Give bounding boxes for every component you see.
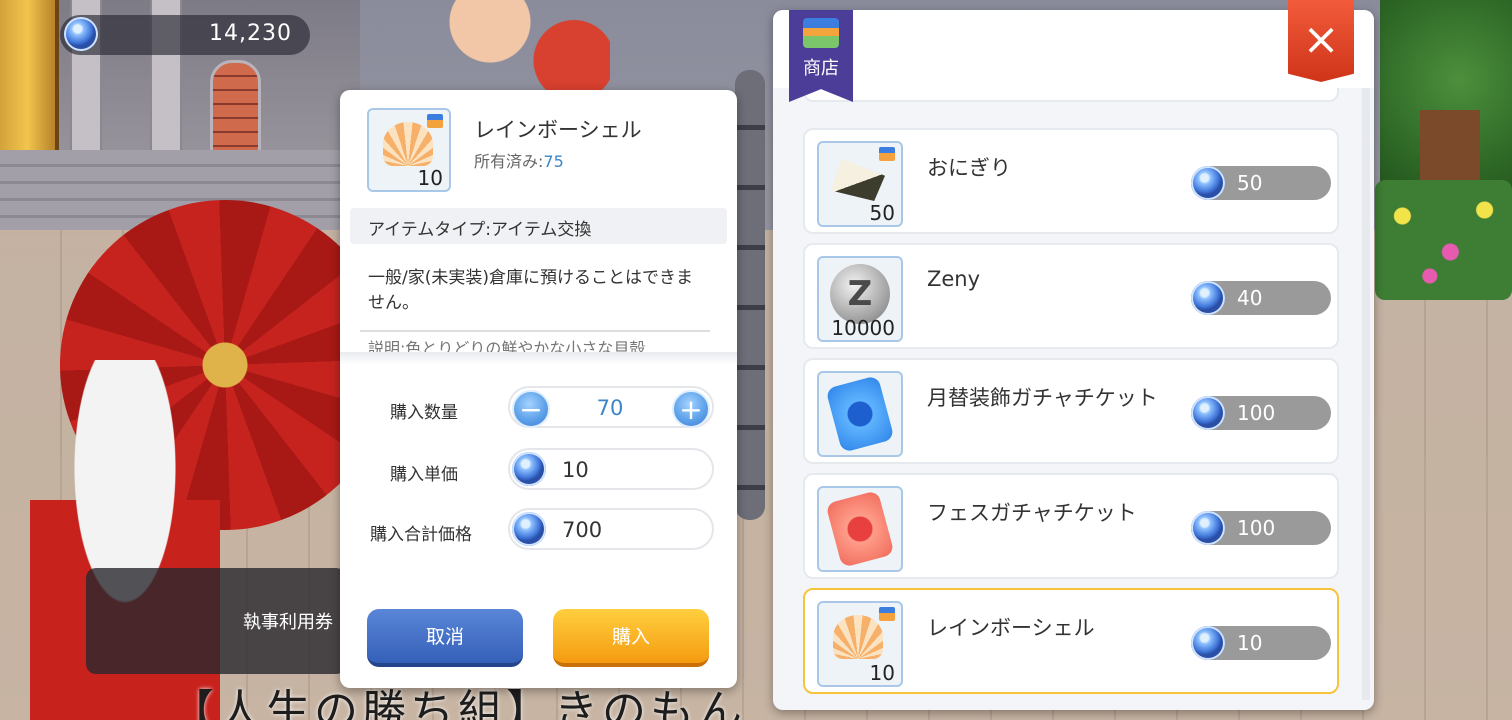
currency-amount: 14,230 xyxy=(209,21,292,46)
quantity-value[interactable]: 70 xyxy=(570,396,650,420)
side-avatar-strip[interactable] xyxy=(735,70,765,520)
notification-toast: 執事利用券 xyxy=(86,568,346,674)
total-price-value: 700 xyxy=(562,518,603,542)
scrollbar[interactable] xyxy=(1362,88,1370,700)
item-thumbnail: Z 10000 xyxy=(817,256,903,342)
close-button[interactable]: × xyxy=(1288,0,1354,82)
rainbow-shell-icon xyxy=(833,615,883,659)
purchase-dialog: 10 レインボーシェル 所有済み:75 アイテムタイプ:アイテム交換 一般/家(… xyxy=(340,90,737,688)
shop-item-row-selected[interactable]: 10 レインボーシェル 10 xyxy=(803,588,1339,694)
item-name: レインボーシェル xyxy=(474,118,642,142)
buy-button[interactable]: 購入 xyxy=(553,609,709,667)
cancel-button[interactable]: 取消 xyxy=(367,609,523,667)
shop-item-row[interactable]: Z 10000 Zeny 40 xyxy=(803,243,1339,349)
total-price-label: 購入合計価格 xyxy=(370,525,472,545)
price-tag: 10 xyxy=(1191,626,1331,660)
owned-count: 所有済み:75 xyxy=(474,148,564,172)
red-gacha-ticket-icon xyxy=(825,490,895,568)
shop-item-partial[interactable]: 10 xyxy=(803,88,1339,102)
item-thumbnail: 10 xyxy=(367,108,451,192)
item-stack-count: 50 xyxy=(869,201,895,225)
shop-item-row[interactable]: フェスガチャチケット 100 xyxy=(803,473,1339,579)
golden-door xyxy=(0,0,59,150)
price-tag: 100 xyxy=(1191,511,1331,545)
price-value: 100 xyxy=(1237,516,1276,540)
item-thumbnail xyxy=(817,486,903,572)
price-value: 50 xyxy=(1237,171,1263,195)
item-stack-count: 10 xyxy=(891,88,916,90)
price-value: 40 xyxy=(1237,286,1263,310)
blue-gacha-ticket-icon xyxy=(825,375,895,453)
item-name: 月替装飾ガチャチケット xyxy=(927,386,1158,410)
shop-title: 商店 xyxy=(803,58,839,79)
item-thumbnail: 10 xyxy=(817,601,903,687)
unit-price-value: 10 xyxy=(562,458,589,482)
price-value: 10 xyxy=(1237,631,1263,655)
unit-price-field: 10 xyxy=(508,448,714,490)
rainbow-shell-icon xyxy=(383,122,433,166)
blue-gem-icon xyxy=(64,17,98,51)
item-thumbnail xyxy=(817,371,903,457)
shop-panel: 10 50 おにぎり 50 Z 10000 Zeny 40 xyxy=(773,10,1374,710)
blue-gem-icon xyxy=(1191,511,1225,545)
item-stack-count: 10 xyxy=(869,661,895,685)
price-tag: 100 xyxy=(1191,396,1331,430)
unit-price-label: 購入単価 xyxy=(390,465,458,485)
shop-item-list[interactable]: 10 50 おにぎり 50 Z 10000 Zeny 40 xyxy=(773,88,1374,710)
shop-badge-icon xyxy=(879,607,895,621)
item-description-more[interactable]: 説明:色とりどりの鮮やかな小さな貝殻 xyxy=(368,340,708,352)
blue-gem-icon xyxy=(1191,281,1225,315)
shop-stall-icon xyxy=(803,18,839,48)
flower-bed xyxy=(1375,180,1512,300)
currency-counter: 14,230 xyxy=(60,15,310,55)
notification-text: 執事利用券 xyxy=(243,612,333,633)
item-type-bar: アイテムタイプ:アイテム交換 xyxy=(350,208,727,244)
item-type-text: アイテムタイプ:アイテム交換 xyxy=(368,220,592,240)
owned-value: 75 xyxy=(543,152,564,171)
item-name: フェスガチャチケット xyxy=(927,501,1137,525)
quantity-stepper[interactable]: − 70 + xyxy=(508,386,714,428)
blue-gem-icon xyxy=(512,512,546,546)
shop-badge-icon xyxy=(427,114,443,128)
increase-quantity-button[interactable]: + xyxy=(672,390,710,428)
total-price-field: 700 xyxy=(508,508,714,550)
decrease-quantity-button[interactable]: − xyxy=(512,390,550,428)
blue-gem-icon xyxy=(512,452,546,486)
owned-label: 所有済み: xyxy=(474,152,544,171)
item-description: 一般/家(未実装)倉庫に預けることはできません。 xyxy=(368,268,693,313)
quantity-label: 購入数量 xyxy=(390,403,458,423)
shop-item-row[interactable]: 月替装飾ガチャチケット 100 xyxy=(803,358,1339,464)
item-stack-count: 10000 xyxy=(831,316,895,340)
price-value: 100 xyxy=(1237,401,1276,425)
zeny-coin-icon: Z xyxy=(830,264,890,324)
price-tag: 40 xyxy=(1191,281,1331,315)
price-tag: 50 xyxy=(1191,166,1331,200)
blue-gem-icon xyxy=(1191,396,1225,430)
item-name: Zeny xyxy=(927,267,981,291)
onigiri-icon xyxy=(831,159,885,201)
blue-gem-icon xyxy=(1191,626,1225,660)
item-name: おにぎり xyxy=(927,156,1011,180)
item-stack-count: 10 xyxy=(417,166,443,190)
shop-title-banner: 商店 xyxy=(789,10,853,102)
section-divider xyxy=(340,352,737,364)
shop-badge-icon xyxy=(879,147,895,161)
shop-item-row[interactable]: 50 おにぎり 50 xyxy=(803,128,1339,234)
item-name: レインボーシェル xyxy=(927,616,1095,640)
item-thumbnail: 50 xyxy=(817,141,903,227)
blue-gem-icon xyxy=(1191,166,1225,200)
divider xyxy=(360,330,710,332)
shop-header xyxy=(773,10,1374,88)
